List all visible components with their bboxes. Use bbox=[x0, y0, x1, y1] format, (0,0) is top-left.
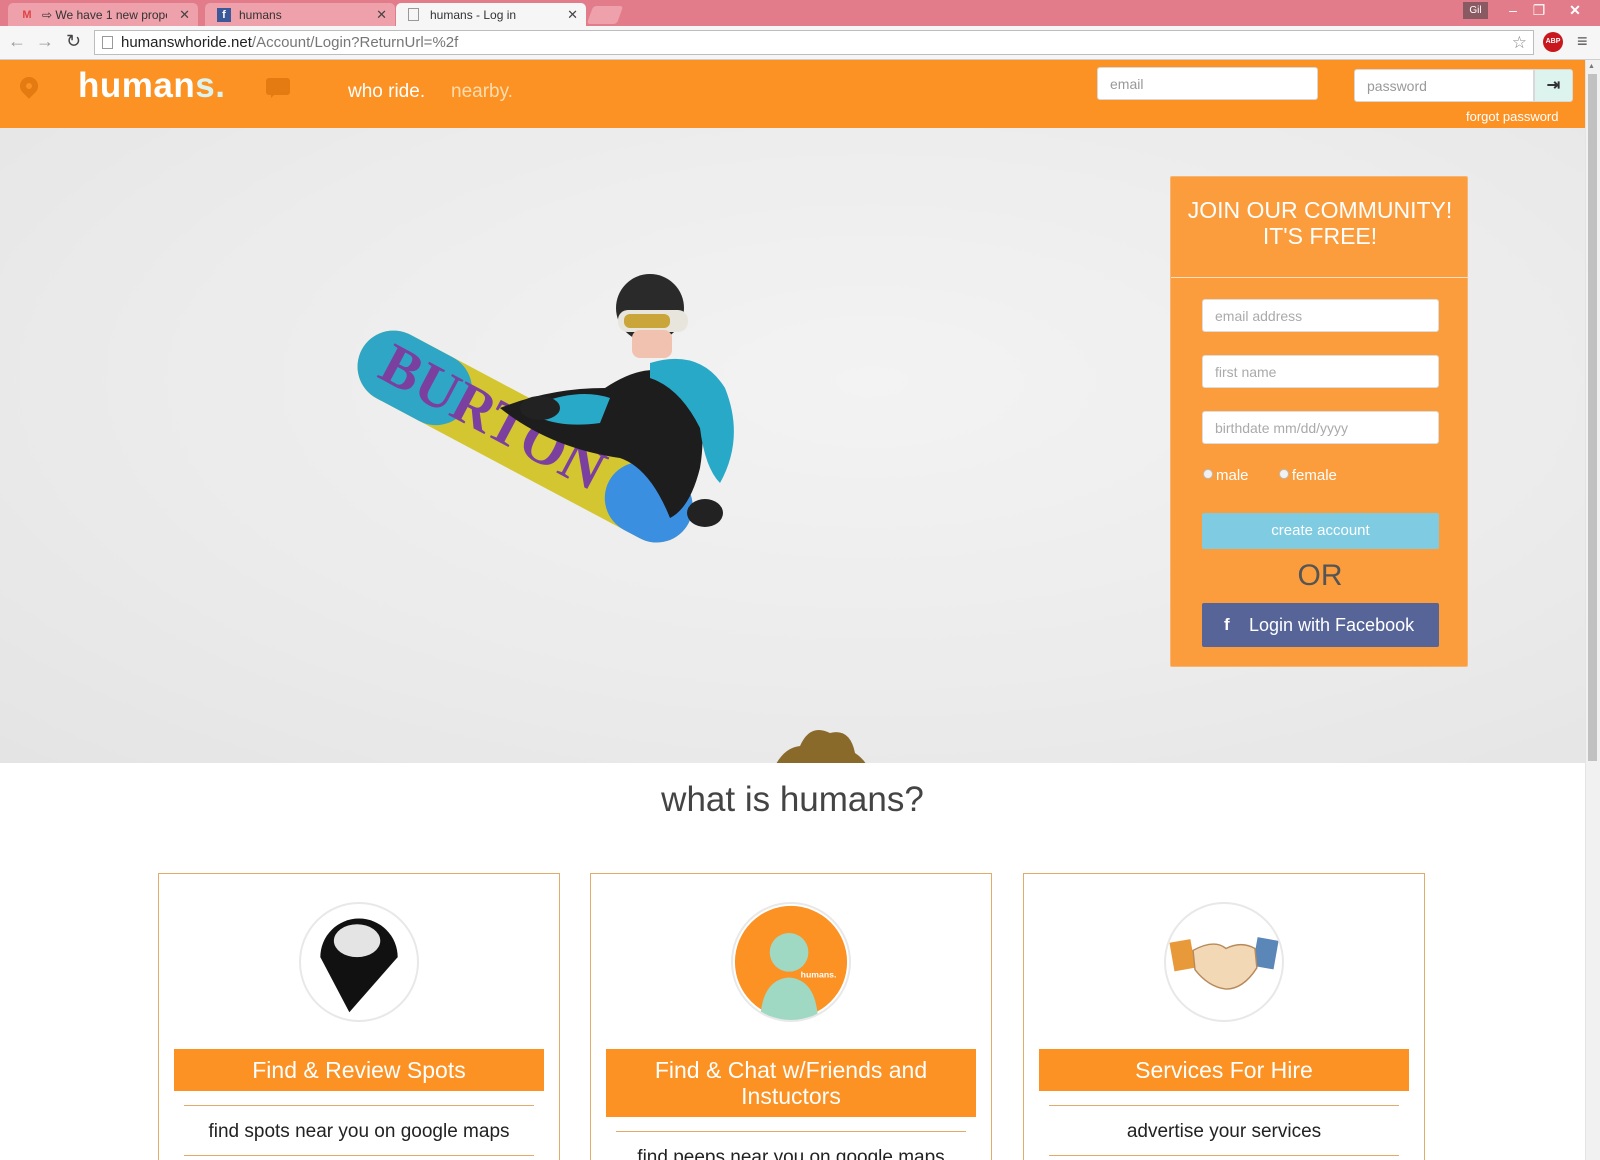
restore-icon[interactable]: ❐ bbox=[1526, 2, 1552, 19]
signup-email-input[interactable] bbox=[1202, 299, 1439, 332]
divider bbox=[184, 1105, 534, 1106]
menu-icon[interactable]: ≡ bbox=[1577, 31, 1588, 52]
divider bbox=[1049, 1105, 1399, 1106]
snowboarder-image: BURTON bbox=[357, 274, 734, 543]
join-title: JOIN OUR COMMUNITY! IT'S FREE! bbox=[1171, 197, 1469, 249]
facebook-icon: f bbox=[1224, 615, 1230, 634]
page-icon bbox=[408, 8, 419, 21]
signup-first-name-input[interactable] bbox=[1202, 355, 1439, 388]
brand-accent: s. bbox=[195, 66, 226, 105]
chat-icon[interactable] bbox=[266, 78, 290, 98]
scroll-up-icon[interactable]: ▲ bbox=[1588, 63, 1595, 70]
new-tab-button[interactable] bbox=[586, 6, 624, 24]
tab-label: humans bbox=[239, 8, 282, 22]
humans-avatar-icon: humans. bbox=[731, 902, 851, 1022]
brand-main: human bbox=[78, 66, 196, 105]
or-separator: OR bbox=[1297, 559, 1343, 592]
close-icon[interactable]: ✕ bbox=[376, 7, 387, 23]
feature-desc: find peeps near you on google maps bbox=[637, 1147, 945, 1160]
divider bbox=[1171, 277, 1469, 278]
back-icon[interactable]: ← bbox=[8, 31, 26, 52]
scrollbar-thumb[interactable] bbox=[1588, 74, 1597, 761]
gender-options: male female bbox=[1203, 467, 1337, 484]
facebook-login-label: Login with Facebook bbox=[1249, 615, 1415, 635]
forward-icon[interactable]: → bbox=[36, 31, 54, 52]
join-title-line1: JOIN OUR COMMUNITY! bbox=[1187, 197, 1453, 223]
facebook-icon: f bbox=[217, 8, 231, 22]
sign-in-icon[interactable]: ⇥ bbox=[1534, 69, 1573, 102]
feature-card-services: Services For Hire advertise your service… bbox=[1023, 873, 1425, 1160]
male-radio[interactable] bbox=[1203, 469, 1213, 479]
bookmark-star-icon[interactable]: ☆ bbox=[1512, 31, 1527, 54]
url-path: /Account/Login?ReturnUrl=%2f bbox=[251, 34, 459, 51]
feature-title: Find & Review Spots bbox=[174, 1049, 544, 1091]
close-icon[interactable]: ✕ bbox=[567, 7, 578, 23]
minimize-icon[interactable]: – bbox=[1500, 2, 1526, 18]
handshake-icon bbox=[1164, 902, 1284, 1022]
close-icon[interactable]: ✕ bbox=[179, 7, 190, 23]
male-label: male bbox=[1216, 467, 1249, 484]
gmail-icon: M bbox=[22, 9, 32, 21]
reload-icon[interactable]: ↻ bbox=[66, 31, 81, 52]
nav-nearby[interactable]: nearby. bbox=[451, 81, 513, 103]
tab-label: ⇨ We have 1 new proper bbox=[42, 8, 167, 22]
feature-title: Find & Chat w/Friends and Instuctors bbox=[606, 1049, 976, 1117]
join-title-line2: IT'S FREE! bbox=[1262, 223, 1378, 249]
location-pin-icon[interactable] bbox=[16, 73, 42, 99]
facebook-login-button[interactable]: f Login with Facebook bbox=[1202, 603, 1439, 647]
site-header: humans. who ride. nearby. ⇥ forgot passw… bbox=[0, 60, 1585, 128]
signup-birthdate-input[interactable] bbox=[1202, 411, 1439, 444]
feature-desc: advertise your services bbox=[1126, 1121, 1322, 1142]
feature-card-spots: Find & Review Spots find spots near you … bbox=[158, 873, 560, 1160]
user-badge[interactable]: Gil bbox=[1463, 2, 1488, 19]
create-account-button[interactable]: create account bbox=[1202, 513, 1439, 549]
page-icon bbox=[102, 36, 113, 49]
feature-card-chat: humans. Find & Chat w/Friends and Instuc… bbox=[590, 873, 992, 1160]
browser-titlebar: M ⇨ We have 1 new proper ✕ f humans ✕ hu… bbox=[0, 0, 1600, 27]
feature-title: Services For Hire bbox=[1039, 1049, 1409, 1091]
browser-toolbar: ← → ↻ humanswhoride.net/Account/Login?Re… bbox=[0, 26, 1600, 60]
tab-facebook[interactable]: f humans ✕ bbox=[205, 3, 395, 26]
window-close-icon[interactable]: ✕ bbox=[1555, 2, 1595, 19]
divider bbox=[616, 1131, 966, 1132]
header-email-input[interactable] bbox=[1097, 67, 1318, 100]
feature-desc: find spots near you on google maps bbox=[208, 1121, 510, 1142]
map-pin-icon bbox=[299, 902, 419, 1022]
adblock-icon[interactable]: ABP bbox=[1543, 32, 1563, 52]
tab-label: humans - Log in bbox=[430, 8, 517, 22]
tree-top-image bbox=[776, 730, 866, 763]
tab-gmail[interactable]: M ⇨ We have 1 new proper ✕ bbox=[8, 3, 198, 26]
address-bar[interactable]: humanswhoride.net/Account/Login?ReturnUr… bbox=[94, 30, 1534, 55]
section-title: what is humans? bbox=[661, 780, 924, 819]
brand-logo[interactable]: humans. bbox=[78, 66, 225, 106]
join-card: JOIN OUR COMMUNITY! IT'S FREE! male fema… bbox=[1170, 176, 1469, 667]
female-radio[interactable] bbox=[1278, 469, 1289, 479]
female-label: female bbox=[1291, 467, 1337, 484]
forgot-password-link[interactable]: forgot password bbox=[1466, 109, 1559, 124]
avatar-brand-text: humans. bbox=[801, 969, 837, 979]
divider bbox=[184, 1155, 534, 1156]
url-host: humanswhoride.net bbox=[121, 34, 252, 51]
hero-banner: BURTON JOIN OUR COMMUNITY! IT'S FREE! ma… bbox=[0, 128, 1585, 763]
tab-humans-login[interactable]: humans - Log in ✕ bbox=[396, 3, 586, 27]
divider bbox=[1049, 1155, 1399, 1156]
header-password-input[interactable] bbox=[1354, 69, 1534, 102]
nav-who-ride[interactable]: who ride. bbox=[348, 81, 425, 103]
